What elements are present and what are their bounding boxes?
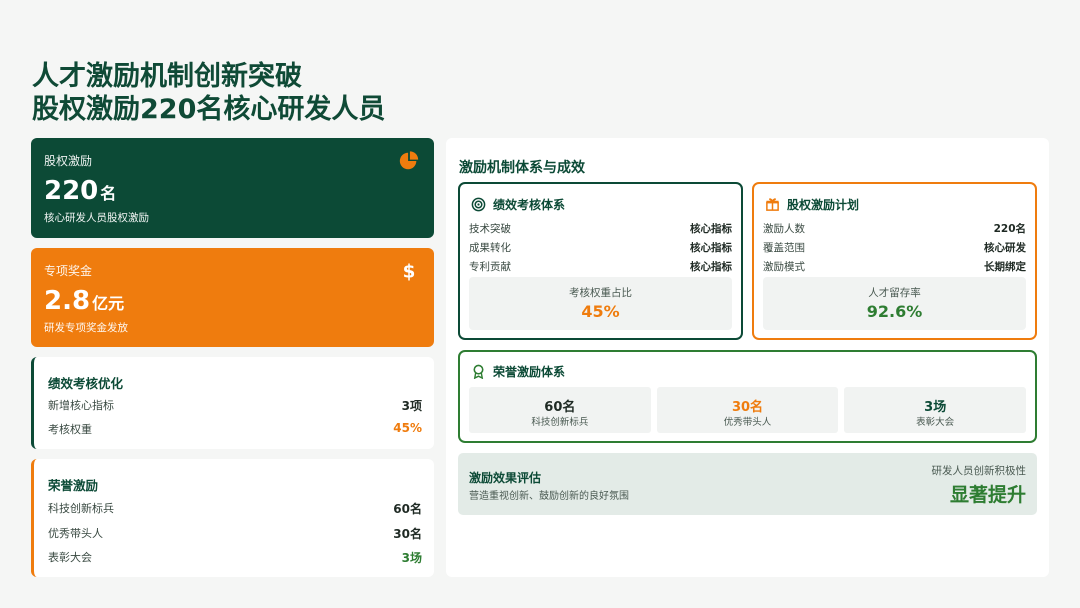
kpi-label: 股权激励 (44, 154, 93, 168)
list-item: 激励模式 长期绑定 (763, 261, 1026, 273)
list-item: 激励人数 220名 (763, 223, 1026, 235)
eval-metric-label: 研发人员创新积极性 (931, 465, 1027, 477)
page-title-line2: 股权激励220名核心研发人员 (32, 94, 386, 125)
perf-system-box: 绩效考核体系 技术突破 核心指标 成果转化 核心指标 专利贡献 核心指标 考核权重占比… (458, 182, 743, 340)
honor-card: 荣誉激励 科技创新标兵 60名 优秀带头人 30名 表彰大会 3场 (31, 459, 434, 577)
dollar-icon: $ (403, 261, 416, 282)
list-item: 成果转化 核心指标 (469, 242, 732, 254)
list-item: 技术突破 核心指标 (469, 223, 732, 235)
list-item: 专利贡献 核心指标 (469, 261, 732, 273)
kpi-label: 专项奖金 (44, 264, 93, 278)
list-item: 覆盖范围 核心研发 (763, 242, 1026, 254)
page-title: 人才激励机制创新突破 股权激励220名核心研发人员 (32, 60, 385, 126)
eval-title: 激励效果评估 (469, 471, 542, 485)
box-title: 股权激励计划 (787, 198, 860, 212)
svg-text:$: $ (403, 261, 416, 282)
card-title: 荣誉激励 (48, 478, 99, 493)
page-title-line1: 人才激励机制创新突破 (32, 61, 302, 92)
equity-plan-box: 股权激励计划 激励人数 220名 覆盖范围 核心研发 激励模式 长期绑定 人才留存率 … (752, 182, 1037, 340)
list-item: 优秀带头人 30名 (48, 527, 422, 541)
card-title: 绩效考核优化 (48, 376, 124, 391)
pie-chart-icon (399, 151, 419, 170)
mechanism-panel: 激励机制体系与成效 绩效考核体系 技术突破 核心指标 成果转化 核心指标 专利贡献核… (446, 138, 1049, 577)
target-icon (471, 197, 486, 212)
honor-cell: 3场 表彰大会 (844, 387, 1027, 433)
performance-card: 绩效考核优化 新增核心指标 3项 考核权重 45% (31, 357, 434, 449)
eval-sub: 营造重视创新、鼓励创新的良好氛围 (469, 491, 629, 502)
kpi-value: 220 名 (44, 176, 117, 206)
list-item: 考核权重 45% (48, 421, 422, 436)
gift-icon (766, 198, 779, 211)
eval-metric-value: 显著提升 (949, 484, 1026, 506)
list-item: 新增核心指标 3项 (48, 399, 422, 413)
kpi-sub: 核心研发人员股权激励 (44, 212, 149, 224)
medal-icon (473, 364, 484, 379)
honor-cell: 30名 优秀带头人 (656, 387, 839, 433)
panel-title: 激励机制体系与成效 (459, 160, 585, 176)
list-item: 科技创新标兵 60名 (48, 502, 422, 516)
box-title: 绩效考核体系 (493, 198, 566, 212)
list-item: 表彰大会 3场 (48, 551, 422, 565)
kpi-value: 2.8 亿元 (44, 286, 125, 316)
honor-system-box: 荣誉激励体系 60名 科技创新标兵 30名 优秀带头人 3场 表彰大会 (458, 350, 1037, 443)
box-title: 荣誉激励体系 (493, 365, 566, 379)
evaluation-box: 激励效果评估 营造重视创新、鼓励创新的良好氛围 研发人员创新积极性 显著提升 (458, 453, 1037, 515)
honor-cell: 60名 科技创新标兵 (469, 387, 651, 433)
metric-box: 考核权重占比 45% (469, 277, 732, 330)
kpi-sub: 研发专项奖金发放 (44, 322, 128, 334)
metric-box: 人才留存率 92.6% (763, 277, 1026, 330)
kpi-card-bonus: 专项奖金 2.8 亿元 研发专项奖金发放 $ (31, 248, 434, 347)
kpi-card-equity: 股权激励 220 名 核心研发人员股权激励 (31, 138, 434, 238)
